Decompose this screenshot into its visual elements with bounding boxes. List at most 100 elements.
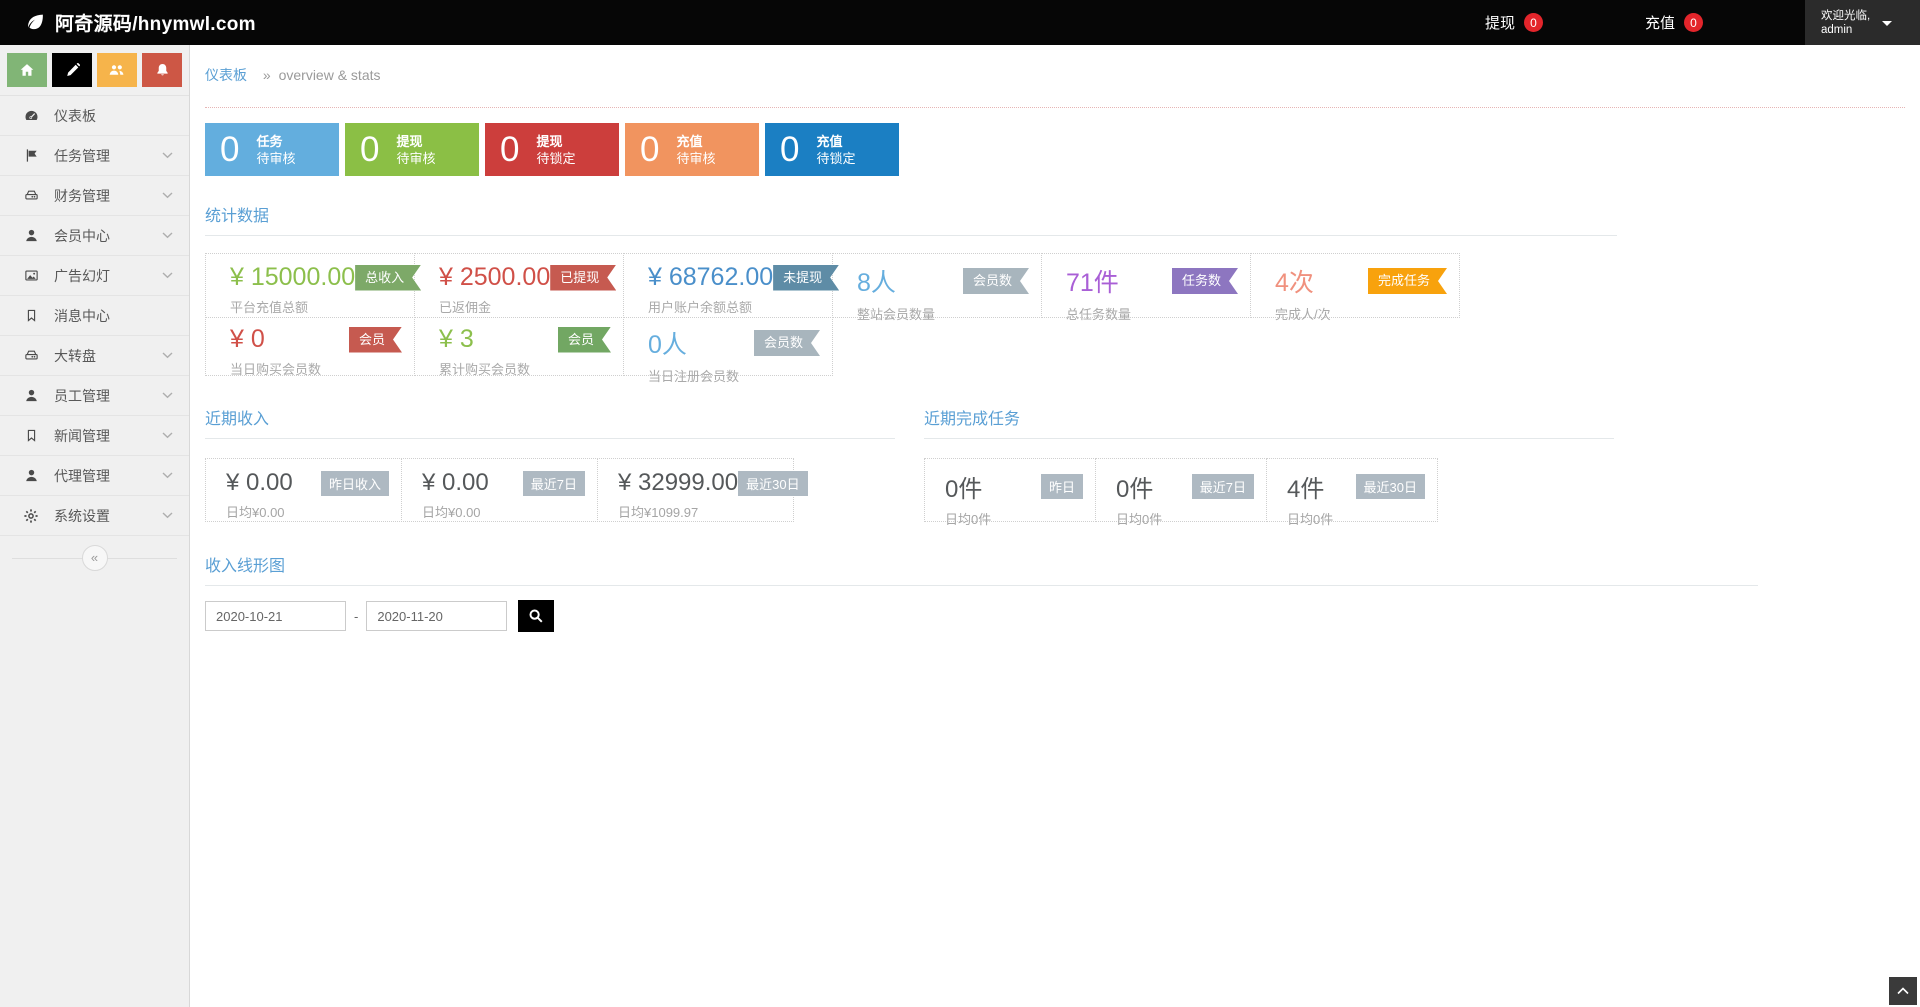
stat-caption: 平台充值总额 — [230, 297, 402, 316]
task-caption: 日均0件 — [945, 509, 1083, 528]
navbar-right: 提现 0 充值 0 欢迎光临, admin — [1485, 0, 1920, 45]
ribbon-badge: 总收入 — [355, 265, 421, 291]
section-title-recent-income: 近期收入 — [205, 405, 895, 439]
alert-subtitle: 待锁定 — [816, 150, 855, 167]
users-icon — [108, 62, 126, 78]
image-icon — [22, 268, 40, 283]
bookmark-icon — [22, 308, 40, 323]
sidebar-item-label: 消息中心 — [54, 306, 110, 326]
sidebar-item-agents[interactable]: 代理管理 — [0, 456, 189, 496]
stat-caption: 已返佣金 — [439, 297, 611, 316]
sidebar-item-ads[interactable]: 广告幻灯 — [0, 256, 189, 296]
section-title-recent-tasks: 近期完成任务 — [924, 405, 1614, 439]
sidebar-item-settings[interactable]: 系统设置 — [0, 496, 189, 536]
sidebar-item-label: 系统设置 — [54, 506, 110, 526]
dotted-divider — [205, 107, 1905, 108]
task-card-7days: 0件最近7日 日均0件 — [1095, 458, 1267, 522]
stat-value: ¥ 15000.00 — [230, 263, 355, 292]
sidebar-item-tasks[interactable]: 任务管理 — [0, 136, 189, 176]
sidebar-item-label: 大转盘 — [54, 346, 96, 366]
stat-card-withdrawn: ¥ 2500.00已提现 已返佣金 — [414, 253, 624, 318]
sidebar-collapse-row: « — [0, 536, 189, 580]
period-badge: 昨日收入 — [321, 471, 389, 496]
section-title-income-chart: 收入线形图 — [205, 552, 1758, 586]
stat-card-not-withdrawn: ¥ 68762.00未提现 用户账户余额总额 — [623, 253, 833, 318]
task-caption: 日均0件 — [1287, 509, 1425, 528]
breadcrumb-path: overview & stats — [279, 67, 381, 83]
quick-notifications-button[interactable] — [142, 53, 182, 87]
breadcrumb-current[interactable]: 仪表板 — [205, 67, 247, 83]
task-value: 0件 — [1116, 469, 1153, 504]
nav-withdraw-label: 提现 — [1485, 12, 1515, 33]
username: admin — [1821, 23, 1870, 37]
nav-recharge[interactable]: 充值 0 — [1645, 12, 1703, 33]
stat-caption: 当日购买会员数 — [230, 359, 402, 378]
chevron-down-icon — [162, 472, 173, 479]
alert-box-withdraw-pending[interactable]: 0 提现待审核 — [345, 123, 479, 176]
task-value: 0件 — [945, 469, 982, 504]
stat-value: 4次 — [1275, 263, 1314, 299]
quick-home-button[interactable] — [7, 53, 47, 87]
alert-box-withdraw-locked[interactable]: 0 提现待锁定 — [485, 123, 619, 176]
income-caption: 日均¥0.00 — [226, 502, 389, 521]
stat-caption: 累计购买会员数 — [439, 359, 611, 378]
welcome-text: 欢迎光临, — [1821, 9, 1870, 23]
sidebar-item-members[interactable]: 会员中心 — [0, 216, 189, 256]
task-value: 4件 — [1287, 469, 1324, 504]
alert-box-recharge-pending[interactable]: 0 充值待审核 — [625, 123, 759, 176]
stat-card-completed-tasks: 4次完成任务 完成人/次 — [1250, 253, 1460, 318]
ribbon-badge: 已提现 — [550, 265, 616, 291]
sidebar-item-staff[interactable]: 员工管理 — [0, 376, 189, 416]
main-content: 仪表板 » overview & stats 0 任务待审核 0 提现待审核 0… — [190, 45, 1920, 1007]
sidebar-quick-buttons — [0, 45, 189, 96]
sidebar-item-wheel[interactable]: 大转盘 — [0, 336, 189, 376]
alert-box-recharge-locked[interactable]: 0 充值待锁定 — [765, 123, 899, 176]
alert-box-tasks-pending[interactable]: 0 任务待审核 — [205, 123, 339, 176]
sidebar-item-label: 任务管理 — [54, 146, 110, 166]
income-card-7days: ¥ 0.00最近7日 日均¥0.00 — [401, 458, 598, 522]
stat-card-today-registered: 0人会员数 当日注册会员数 — [623, 317, 833, 376]
income-card-30days: ¥ 32999.00最近30日 日均¥1099.97 — [597, 458, 794, 522]
alert-count: 0 — [360, 132, 379, 167]
sidebar-item-label: 广告幻灯 — [54, 266, 110, 286]
hdd-icon — [22, 188, 40, 203]
stat-value: ¥ 68762.00 — [648, 263, 773, 292]
chevron-down-icon — [162, 272, 173, 279]
stat-card-task-count: 71件任务数 总任务数量 — [1041, 253, 1251, 318]
stat-value: 0人 — [648, 325, 687, 361]
quick-edit-button[interactable] — [52, 53, 92, 87]
period-badge: 最近30日 — [1356, 474, 1425, 499]
alert-subtitle: 待审核 — [676, 150, 715, 167]
brand[interactable]: 阿奇源码/hnymwl.com — [26, 9, 256, 36]
income-value: ¥ 0.00 — [422, 469, 489, 497]
sidebar-item-dashboard[interactable]: 仪表板 — [0, 96, 189, 136]
chevron-up-icon — [1897, 987, 1909, 995]
breadcrumb-separator: » — [263, 67, 271, 83]
leaf-icon — [26, 13, 45, 32]
search-button[interactable] — [518, 600, 554, 632]
nav-withdraw[interactable]: 提现 0 — [1485, 12, 1543, 33]
chevron-down-icon — [162, 512, 173, 519]
user-menu[interactable]: 欢迎光临, admin — [1805, 0, 1920, 45]
period-badge: 最近7日 — [523, 471, 585, 496]
sidebar-item-label: 新闻管理 — [54, 426, 110, 446]
sidebar-collapse-button[interactable]: « — [82, 545, 108, 571]
flag-icon — [22, 148, 40, 163]
sidebar-item-label: 员工管理 — [54, 386, 110, 406]
dashboard-icon — [22, 108, 40, 123]
stat-caption: 总任务数量 — [1066, 304, 1238, 323]
date-end-input[interactable] — [366, 601, 507, 631]
stat-card-total-income: ¥ 15000.00总收入 平台充值总额 — [205, 253, 415, 318]
sidebar-item-news[interactable]: 新闻管理 — [0, 416, 189, 456]
top-navbar: 阿奇源码/hnymwl.com 提现 0 充值 0 欢迎光临, admin — [0, 0, 1920, 45]
income-caption: 日均¥1099.97 — [618, 502, 781, 521]
task-card-yesterday: 0件昨日 日均0件 — [924, 458, 1096, 522]
ribbon-badge: 完成任务 — [1368, 268, 1447, 294]
hdd-icon — [22, 348, 40, 363]
date-start-input[interactable] — [205, 601, 346, 631]
scroll-to-top-button[interactable] — [1889, 977, 1917, 1005]
quick-users-button[interactable] — [97, 53, 137, 87]
alert-title: 提现 — [536, 133, 575, 150]
sidebar-item-finance[interactable]: 财务管理 — [0, 176, 189, 216]
sidebar-item-messages[interactable]: 消息中心 — [0, 296, 189, 336]
